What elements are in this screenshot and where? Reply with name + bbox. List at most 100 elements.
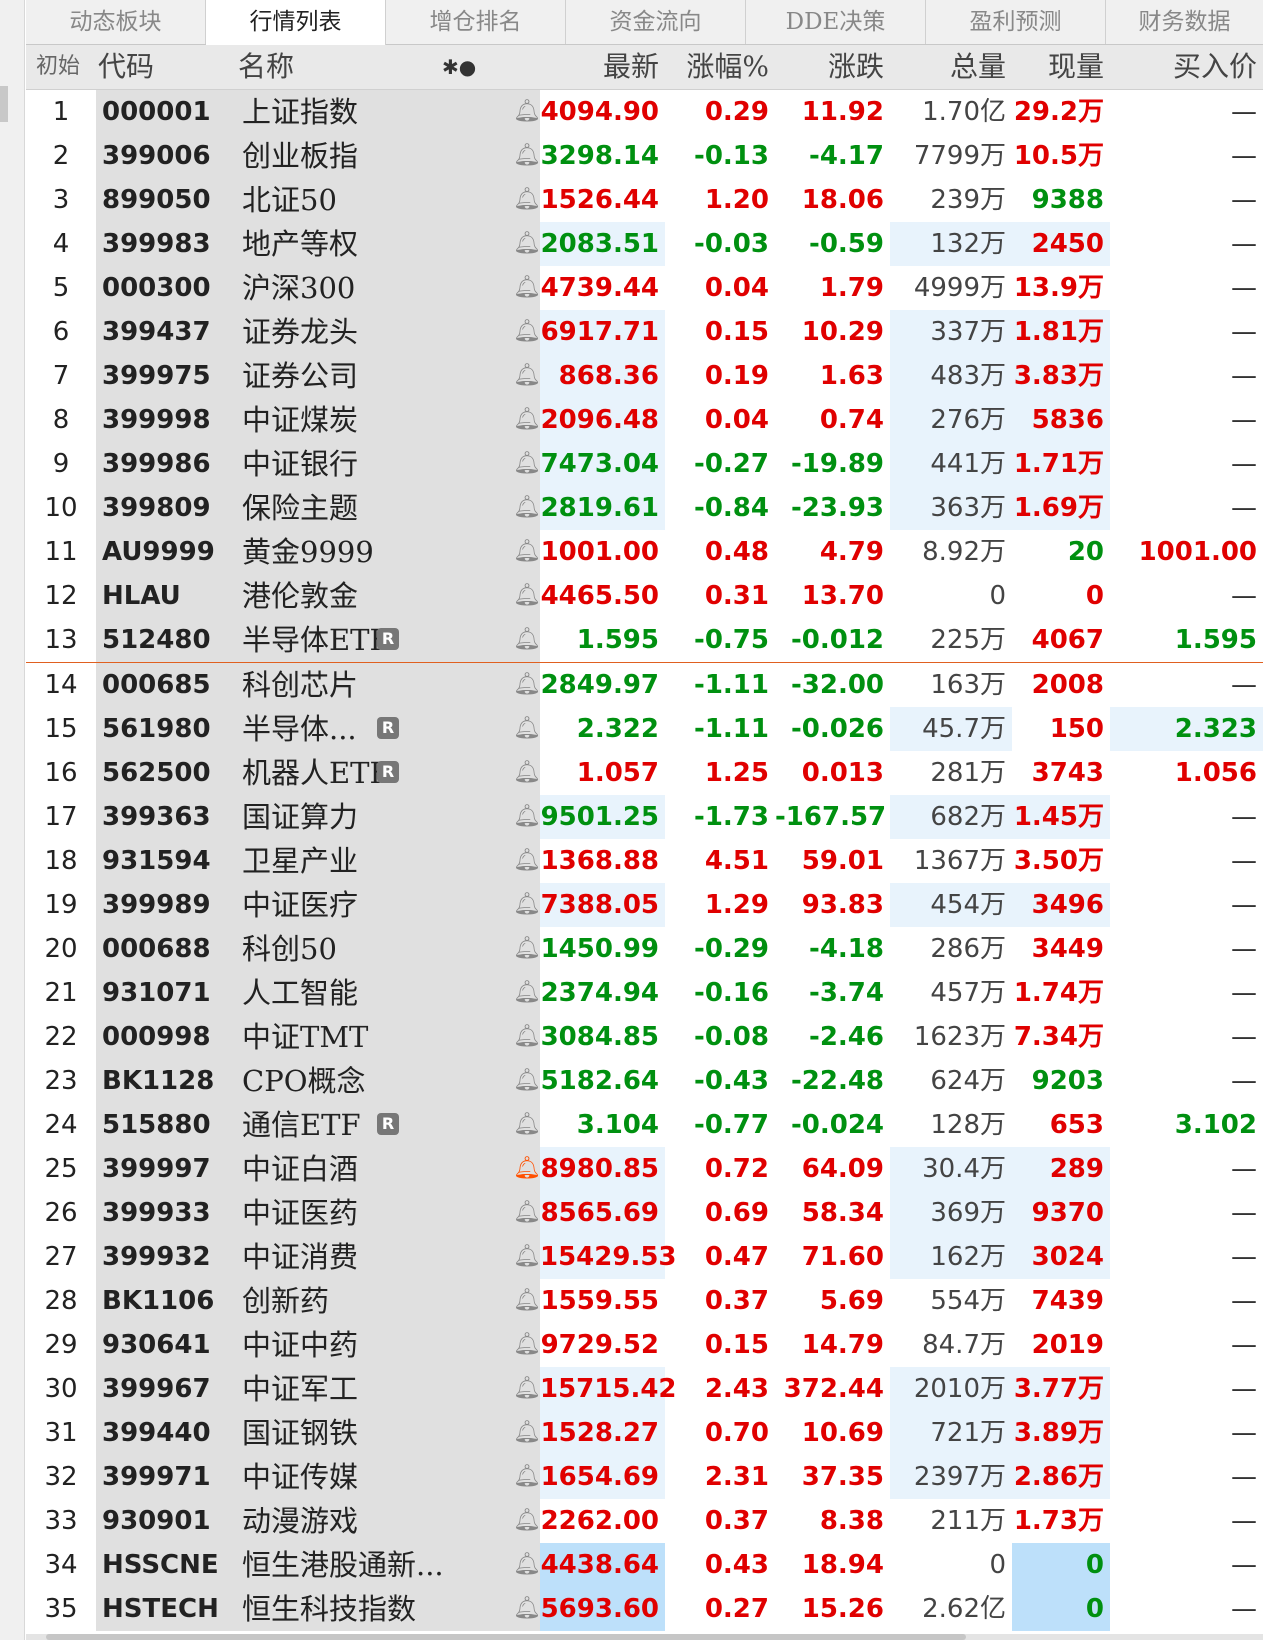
alert-bell-icon[interactable]: 🔔︎: [513, 1499, 541, 1543]
table-row[interactable]: 16 562500 机器人ETF R 🔔︎ 1.057 1.25 0.013 281万 3743 1…: [26, 751, 1263, 795]
table-row[interactable]: 23 BK1128 CPO概念 🔔︎ 5182.64 -0.43 -22.48 624万 920…: [26, 1059, 1263, 1103]
security-code: 930641: [102, 1330, 211, 1360]
latest-price: 1368.88: [540, 846, 659, 876]
alert-bell-icon[interactable]: 🔔︎: [513, 618, 541, 662]
table-row[interactable]: 11 AU9999 黄金9999 🔔︎ 1001.00 0.48 4.79 8.92万 20 10…: [26, 530, 1263, 574]
alert-bell-icon[interactable]: 🔔︎: [513, 795, 541, 839]
alert-bell-icon[interactable]: 🔔︎: [513, 530, 541, 574]
header-current-volume[interactable]: 现量: [1012, 45, 1104, 89]
table-row[interactable]: 34 HSSCNE 恒生港股通新... 🔔︎ 4438.64 0.43 18.94 0 0 —: [26, 1543, 1263, 1587]
tab-4[interactable]: 资金流向: [566, 0, 746, 44]
table-row[interactable]: 22 000998 中证TMT 🔔︎ 3084.85 -0.08 -2.46 1623万 7.3…: [26, 1015, 1263, 1059]
header-initial[interactable]: 初始: [36, 45, 80, 89]
bid-price: —: [1231, 890, 1257, 920]
alert-bell-icon[interactable]: 🔔︎: [513, 971, 541, 1015]
scrollbar-thumb[interactable]: [46, 1634, 966, 1640]
table-row[interactable]: 5 000300 沪深300 🔔︎ 4739.44 0.04 1.79 4999万 13.9万 —: [26, 266, 1263, 310]
horizontal-scrollbar[interactable]: [26, 1634, 1263, 1640]
table-row[interactable]: 35 HSTECH 恒生科技指数 🔔︎ 5693.60 0.27 15.26 2.62亿 0 —: [26, 1587, 1263, 1631]
alert-bell-icon[interactable]: 🔔︎: [513, 178, 541, 222]
table-row[interactable]: 13 512480 半导体ETF R 🔔︎ 1.595 -0.75 -0.012 225万 406…: [26, 618, 1263, 662]
table-row[interactable]: 26 399933 中证医药 🔔︎ 8565.69 0.69 58.34 369万 9370 —: [26, 1191, 1263, 1235]
table-row[interactable]: 25 399997 中证白酒 🔔︎ 8980.85 0.72 64.09 30.4万 289 —: [26, 1147, 1263, 1191]
table-row[interactable]: 4 399983 地产等权 🔔︎ 2083.51 -0.03 -0.59 132万 2450 —: [26, 222, 1263, 266]
alert-bell-icon[interactable]: 🔔︎: [513, 883, 541, 927]
table-row[interactable]: 15 561980 半导体... R 🔔︎ 2.322 -1.11 -0.026 45.7万 15…: [26, 707, 1263, 751]
alert-bell-icon[interactable]: 🔔︎: [513, 1367, 541, 1411]
table-row[interactable]: 27 399932 中证消费 🔔︎ 15429.53 0.47 71.60 162万 3024 —: [26, 1235, 1263, 1279]
tab-2[interactable]: 行情列表: [206, 0, 386, 45]
header-code[interactable]: 代码: [98, 45, 154, 89]
table-row[interactable]: 6 399437 证券龙头 🔔︎ 6917.71 0.15 10.29 337万 1.81万 —: [26, 310, 1263, 354]
table-row[interactable]: 1 000001 上证指数 🔔︎ 4094.90 0.29 11.92 1.70亿 29.2万 —: [26, 90, 1263, 134]
alert-bell-icon[interactable]: 🔔︎: [513, 398, 541, 442]
tab-7[interactable]: 财务数据: [1106, 0, 1263, 44]
alert-bell-icon[interactable]: 🔔︎: [513, 1323, 541, 1367]
header-change-pct[interactable]: 涨幅%: [665, 45, 769, 89]
security-name-text: 上证指数: [242, 95, 359, 129]
header-latest[interactable]: 最新: [540, 45, 659, 89]
change-amount: -4.18: [809, 934, 884, 964]
alert-bell-icon[interactable]: 🔔︎: [513, 574, 541, 618]
tab-6[interactable]: 盈利预测: [926, 0, 1106, 44]
table-row[interactable]: 18 931594 卫星产业 🔔︎ 1368.88 4.51 59.01 1367万 3.50万…: [26, 839, 1263, 883]
security-name-text: 创业板指: [242, 139, 359, 173]
table-row[interactable]: 21 931071 人工智能 🔔︎ 2374.94 -0.16 -3.74 457万 1.74万…: [26, 971, 1263, 1015]
table-row[interactable]: 30 399967 中证军工 🔔︎ 15715.42 2.43 372.44 2010万 3.7…: [26, 1367, 1263, 1411]
alert-bell-icon[interactable]: 🔔︎: [513, 266, 541, 310]
header-change[interactable]: 涨跌: [775, 45, 884, 89]
table-row[interactable]: 3 899050 北证50 🔔︎ 1526.44 1.20 18.06 239万 9388 —: [26, 178, 1263, 222]
table-row[interactable]: 24 515880 通信ETF R 🔔︎ 3.104 -0.77 -0.024 128万 653 3…: [26, 1103, 1263, 1147]
tab-3[interactable]: 增仓排名: [386, 0, 566, 44]
alert-bell-icon[interactable]: 🔔︎: [513, 1103, 541, 1147]
alert-bell-icon[interactable]: 🔔︎: [513, 1587, 541, 1631]
header-bid-price[interactable]: 买入价: [1110, 45, 1257, 89]
security-name: 保险主题: [238, 486, 538, 530]
change-percent: 0.43: [704, 1550, 769, 1580]
table-row[interactable]: 7 399975 证券公司 🔔︎ 868.36 0.19 1.63 483万 3.83万 —: [26, 354, 1263, 398]
alert-bell-icon[interactable]: 🔔︎: [513, 442, 541, 486]
alert-bell-icon[interactable]: 🔔︎: [513, 751, 541, 795]
alert-bell-icon[interactable]: 🔔︎: [513, 486, 541, 530]
table-row[interactable]: 17 399363 国证算力 🔔︎ 9501.25 -1.73 -167.57 682万 1.4…: [26, 795, 1263, 839]
alert-bell-icon[interactable]: 🔔︎: [513, 134, 541, 178]
alert-bell-icon[interactable]: 🔔︎: [513, 927, 541, 971]
table-row[interactable]: 19 399989 中证医疗 🔔︎ 7388.05 1.29 93.83 454万 3496 —: [26, 883, 1263, 927]
table-row[interactable]: 20 000688 科创50 🔔︎ 1450.99 -0.29 -4.18 286万 3449 —: [26, 927, 1263, 971]
alert-bell-icon[interactable]: 🔔︎: [513, 1455, 541, 1499]
header-name[interactable]: 名称: [238, 45, 294, 89]
alert-bell-icon[interactable]: 🔔︎: [513, 1279, 541, 1323]
change-amount: 58.34: [801, 1198, 884, 1228]
alert-bell-icon[interactable]: 🔔︎: [513, 1411, 541, 1455]
table-row[interactable]: 28 BK1106 创新药 🔔︎ 1559.55 0.37 5.69 554万 7439 —: [26, 1279, 1263, 1323]
security-name-text: 中证煤炭: [242, 403, 359, 437]
table-row[interactable]: 33 930901 动漫游戏 🔔︎ 2262.00 0.37 8.38 211万 1.73万 —: [26, 1499, 1263, 1543]
alert-bell-icon[interactable]: 🔔︎: [513, 1191, 541, 1235]
alert-bell-icon[interactable]: 🔔︎: [513, 1015, 541, 1059]
table-row[interactable]: 12 HLAU 港伦敦金 🔔︎ 4465.50 0.31 13.70 0 0 —: [26, 574, 1263, 618]
table-row[interactable]: 9 399986 中证银行 🔔︎ 7473.04 -0.27 -19.89 441万 1.71万…: [26, 442, 1263, 486]
alert-bell-icon[interactable]: 🔔︎: [513, 90, 541, 134]
alert-bell-icon[interactable]: 🔔︎: [513, 707, 541, 751]
alert-bell-icon[interactable]: 🔔︎: [513, 1059, 541, 1103]
header-settings-icons[interactable]: ✱●: [442, 45, 476, 89]
table-row[interactable]: 2 399006 创业板指 🔔︎ 3298.14 -0.13 -4.17 7799万 10.5万…: [26, 134, 1263, 178]
latest-price: 1528.27: [540, 1411, 665, 1455]
alert-bell-icon[interactable]: 🔔︎: [513, 663, 541, 707]
alert-bell-icon[interactable]: 🔔︎: [513, 354, 541, 398]
alert-bell-icon[interactable]: 🔔︎: [513, 1543, 541, 1587]
tab-1[interactable]: 动态板块: [26, 0, 206, 44]
tab-5[interactable]: DDE决策: [746, 0, 926, 44]
alert-bell-icon[interactable]: 🔔︎: [513, 1147, 541, 1191]
alert-bell-icon[interactable]: 🔔︎: [513, 839, 541, 883]
table-row[interactable]: 10 399809 保险主题 🔔︎ 2819.61 -0.84 -23.93 363万 1.69…: [26, 486, 1263, 530]
alert-bell-icon[interactable]: 🔔︎: [513, 310, 541, 354]
alert-bell-icon[interactable]: 🔔︎: [513, 222, 541, 266]
table-row[interactable]: 31 399440 国证钢铁 🔔︎ 1528.27 0.70 10.69 721万 3.89万 —: [26, 1411, 1263, 1455]
alert-bell-icon[interactable]: 🔔︎: [513, 1235, 541, 1279]
table-row[interactable]: 29 930641 中证中药 🔔︎ 9729.52 0.15 14.79 84.7万 2019 —: [26, 1323, 1263, 1367]
table-row[interactable]: 8 399998 中证煤炭 🔔︎ 2096.48 0.04 0.74 276万 5836 —: [26, 398, 1263, 442]
table-row[interactable]: 32 399971 中证传媒 🔔︎ 1654.69 2.31 37.35 2397万 2.86万…: [26, 1455, 1263, 1499]
header-volume[interactable]: 总量: [890, 45, 1006, 89]
table-row[interactable]: 14 000685 科创芯片 🔔︎ 2849.97 -1.11 -32.00 163万 2008…: [26, 662, 1263, 707]
